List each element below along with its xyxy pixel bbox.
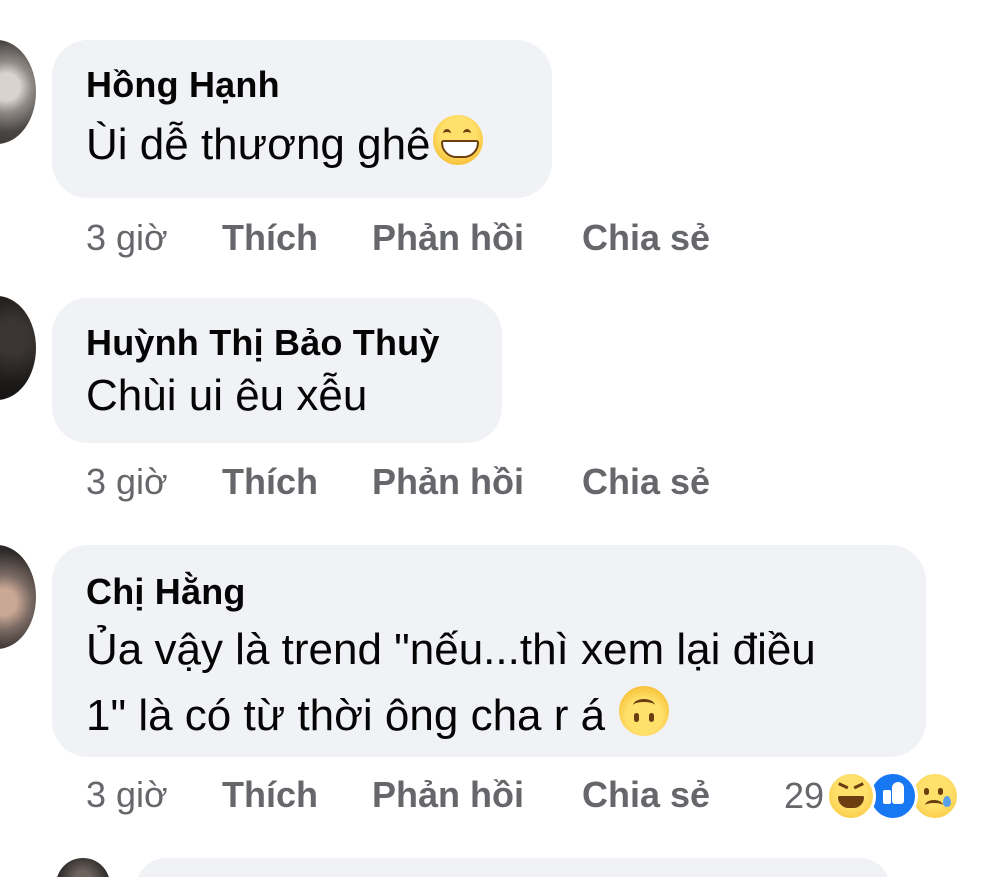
comment-timestamp[interactable]: 3 giờ <box>86 216 222 260</box>
comment-timestamp[interactable]: 3 giờ <box>86 773 222 817</box>
avatar[interactable] <box>56 858 110 877</box>
share-button[interactable]: Chia sẻ <box>582 773 710 817</box>
comment-text: Ủa vậy là trend "nếu...thì xem lại điều … <box>86 617 894 749</box>
comment-thread: Hồng Hạnh Ùi dễ thương ghê 3 giờ Thích Phả… <box>0 0 1000 877</box>
comment-text: Ùi dễ thương ghê <box>86 112 520 178</box>
like-button[interactable]: Thích <box>222 773 372 817</box>
comment-bubble <box>136 858 890 877</box>
comment-actions: 3 giờ Thích Phản hồi Chia sẻ <box>86 773 710 817</box>
upside-down-face-icon <box>619 686 670 736</box>
share-button[interactable]: Chia sẻ <box>582 216 710 260</box>
comment-text-line: Ủa vậy là trend "nếu...thì xem lại điều <box>86 625 816 674</box>
reply-button[interactable]: Phản hồi <box>372 460 582 504</box>
comment-text-content: Ùi dễ thương ghê <box>86 120 431 169</box>
comment-bubble: Huỳnh Thị Bảo Thuỳ Chùi ui êu xễu <box>52 298 502 443</box>
share-button[interactable]: Chia sẻ <box>582 460 710 504</box>
comment-author[interactable]: Hồng Hạnh <box>86 62 520 108</box>
comment-text-line: 1" là có từ thời ông cha r á <box>86 683 894 749</box>
avatar[interactable] <box>0 545 36 649</box>
comment-timestamp[interactable]: 3 giờ <box>86 460 222 504</box>
comment-actions: 3 giờ Thích Phản hồi Chia sẻ <box>86 216 710 260</box>
avatar[interactable] <box>0 40 36 144</box>
reply-button[interactable]: Phản hồi <box>372 773 582 817</box>
like-button[interactable]: Thích <box>222 460 372 504</box>
comment-text: Chùi ui êu xễu <box>86 371 368 420</box>
comment-text-content: 1" là có từ thời ông cha r á <box>86 691 606 740</box>
reply-button[interactable]: Phản hồi <box>372 216 582 260</box>
like-button[interactable]: Thích <box>222 216 372 260</box>
comment-author[interactable]: Chị Hằng <box>86 569 894 615</box>
comment-actions: 3 giờ Thích Phản hồi Chia sẻ <box>86 460 710 504</box>
haha-reaction-icon <box>826 771 877 821</box>
comment-bubble: Chị Hằng Ủa vậy là trend "nếu...thì xem … <box>52 545 926 757</box>
reaction-count: 29 <box>784 775 825 816</box>
avatar[interactable] <box>0 296 36 400</box>
grinning-face-icon <box>432 115 483 165</box>
comment-author[interactable]: Huỳnh Thị Bảo Thuỳ <box>86 320 470 366</box>
reactions-summary[interactable]: 29 <box>784 771 961 821</box>
comment-bubble: Hồng Hạnh Ùi dễ thương ghê <box>52 40 552 198</box>
